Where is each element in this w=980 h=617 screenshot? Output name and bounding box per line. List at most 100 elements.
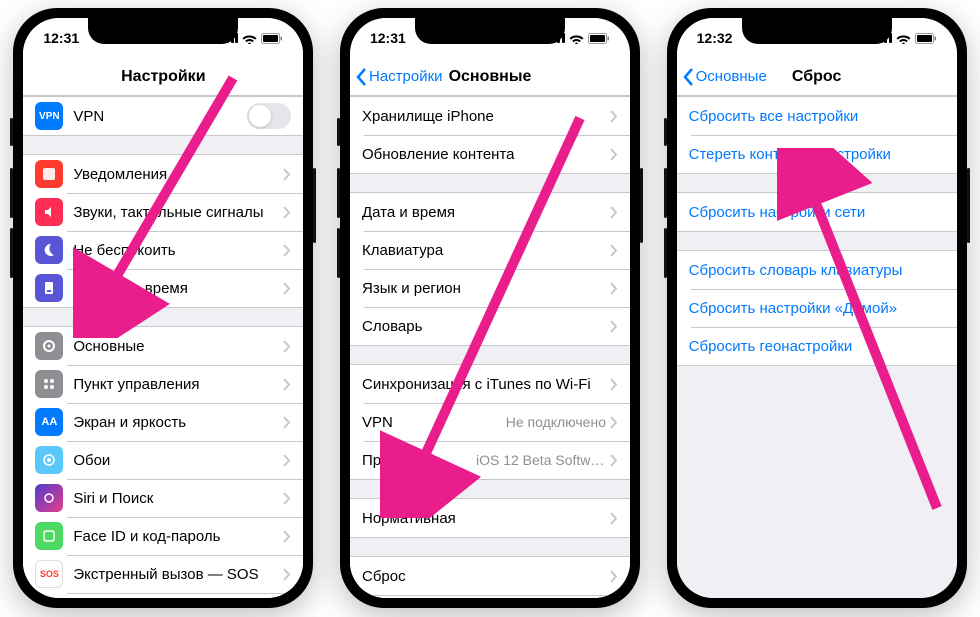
- chevron-right-icon: [610, 282, 618, 295]
- wifi-icon: [569, 33, 584, 44]
- row-label: Клавиатура: [362, 242, 610, 259]
- row-label: Siri и Поиск: [73, 490, 283, 507]
- vpn-toggle[interactable]: [247, 103, 291, 129]
- row-label: Сброс: [362, 568, 610, 585]
- navbar: Основные Сброс: [677, 58, 957, 96]
- row-label: Хранилище iPhone: [362, 108, 610, 125]
- back-button[interactable]: Настройки: [356, 68, 443, 86]
- row-keyboard[interactable]: Клавиатура: [350, 231, 630, 269]
- row-label: Обновление контента: [362, 146, 610, 163]
- chevron-right-icon: [283, 568, 291, 581]
- row-reset-location[interactable]: Сбросить геонастройки: [677, 327, 957, 365]
- status-time: 12:31: [370, 30, 406, 46]
- row-label: Сбросить словарь клавиатуры: [689, 262, 945, 279]
- general-list[interactable]: Хранилище iPhone Обновление контента Дат…: [350, 96, 630, 598]
- row-notifications[interactable]: Уведомления: [23, 155, 303, 193]
- notch: [415, 18, 565, 44]
- chevron-right-icon: [283, 244, 291, 257]
- row-general[interactable]: Основные: [23, 327, 303, 365]
- row-erase-all[interactable]: Стереть контент и настройки: [677, 135, 957, 173]
- chevron-right-icon: [610, 512, 618, 525]
- battery-icon: [588, 33, 610, 44]
- row-shutdown[interactable]: Выключить: [350, 595, 630, 598]
- battery-icon: [915, 33, 937, 44]
- faceid-icon: [35, 522, 63, 550]
- notch: [88, 18, 238, 44]
- reset-list[interactable]: Сбросить все настройки Стереть контент и…: [677, 96, 957, 598]
- row-label: Сбросить все настройки: [689, 108, 945, 125]
- battery-icon: [261, 33, 283, 44]
- row-label: VPN: [362, 414, 506, 431]
- row-label: VPN: [73, 108, 247, 125]
- row-vpn[interactable]: VPN VPN: [23, 97, 303, 135]
- row-control-center[interactable]: Пункт управления: [23, 365, 303, 403]
- chevron-right-icon: [283, 530, 291, 543]
- page-title: Настройки: [121, 68, 205, 86]
- vpn-icon: VPN: [35, 102, 63, 130]
- chevron-left-icon: [683, 68, 694, 86]
- settings-list[interactable]: VPN VPN Уведомления Звуки, тактильные си…: [23, 96, 303, 598]
- chevron-left-icon: [356, 68, 367, 86]
- row-label: Сбросить настройки сети: [689, 204, 945, 221]
- display-icon: AA: [35, 408, 63, 436]
- row-display[interactable]: AA Экран и яркость: [23, 403, 303, 441]
- row-detail: Не подключено: [506, 414, 606, 430]
- row-itunes-wifi[interactable]: Синхронизация с iTunes по Wi-Fi: [350, 365, 630, 403]
- navbar: Настройки: [23, 58, 303, 96]
- row-profile[interactable]: ПрофильiOS 12 Beta Software Profile: [350, 441, 630, 479]
- row-reset-home[interactable]: Сбросить настройки «Домой»: [677, 289, 957, 327]
- row-storage[interactable]: Хранилище iPhone: [350, 97, 630, 135]
- chevron-right-icon: [610, 454, 618, 467]
- row-wallpaper[interactable]: Обои: [23, 441, 303, 479]
- row-label: Стереть контент и настройки: [689, 146, 945, 163]
- row-background-refresh[interactable]: Обновление контента: [350, 135, 630, 173]
- chevron-right-icon: [283, 416, 291, 429]
- row-faceid[interactable]: Face ID и код-пароль: [23, 517, 303, 555]
- row-regulatory[interactable]: Нормативная: [350, 499, 630, 537]
- chevron-right-icon: [610, 206, 618, 219]
- row-language[interactable]: Язык и регион: [350, 269, 630, 307]
- dnd-icon: [35, 236, 63, 264]
- row-label: Профиль: [362, 452, 476, 469]
- gear-icon: [35, 332, 63, 360]
- chevron-right-icon: [610, 110, 618, 123]
- row-siri[interactable]: Siri и Поиск: [23, 479, 303, 517]
- back-button[interactable]: Основные: [683, 68, 767, 86]
- navbar: Настройки Основные: [350, 58, 630, 96]
- row-battery[interactable]: Аккумулятор: [23, 593, 303, 598]
- row-reset-all-settings[interactable]: Сбросить все настройки: [677, 97, 957, 135]
- row-reset-keyboard-dict[interactable]: Сбросить словарь клавиатуры: [677, 251, 957, 289]
- phone-frame-1: 12:31 Настройки VPN VPN Уведомлен: [13, 8, 313, 608]
- chevron-right-icon: [283, 168, 291, 181]
- row-label: Уведомления: [73, 166, 283, 183]
- row-datetime[interactable]: Дата и время: [350, 193, 630, 231]
- row-dnd[interactable]: Не беспокоить: [23, 231, 303, 269]
- chevron-right-icon: [610, 416, 618, 429]
- row-label: Синхронизация с iTunes по Wi-Fi: [362, 376, 610, 393]
- chevron-right-icon: [610, 148, 618, 161]
- screentime-icon: [35, 274, 63, 302]
- row-reset[interactable]: Сброс: [350, 557, 630, 595]
- row-sounds[interactable]: Звуки, тактильные сигналы: [23, 193, 303, 231]
- chevron-right-icon: [283, 340, 291, 353]
- sounds-icon: [35, 198, 63, 226]
- chevron-right-icon: [610, 320, 618, 333]
- row-label: Не беспокоить: [73, 242, 283, 259]
- phone-frame-2: 12:31 Настройки Основные Хранилище iPhon…: [340, 8, 640, 608]
- row-reset-network[interactable]: Сбросить настройки сети: [677, 193, 957, 231]
- chevron-right-icon: [610, 570, 618, 583]
- row-label: Звуки, тактильные сигналы: [73, 204, 283, 221]
- row-screentime[interactable]: Экранное время: [23, 269, 303, 307]
- row-label: Экран и яркость: [73, 414, 283, 431]
- wallpaper-icon: [35, 446, 63, 474]
- row-sos[interactable]: SOS Экстренный вызов — SOS: [23, 555, 303, 593]
- row-detail: iOS 12 Beta Software Profile: [476, 452, 606, 468]
- row-dictionary[interactable]: Словарь: [350, 307, 630, 345]
- page-title: Основные: [449, 68, 532, 86]
- chevron-right-icon: [283, 492, 291, 505]
- status-time: 12:32: [697, 30, 733, 46]
- wifi-icon: [896, 33, 911, 44]
- page-title: Сброс: [792, 68, 841, 86]
- row-vpn-setting[interactable]: VPNНе подключено: [350, 403, 630, 441]
- row-label: Словарь: [362, 318, 610, 335]
